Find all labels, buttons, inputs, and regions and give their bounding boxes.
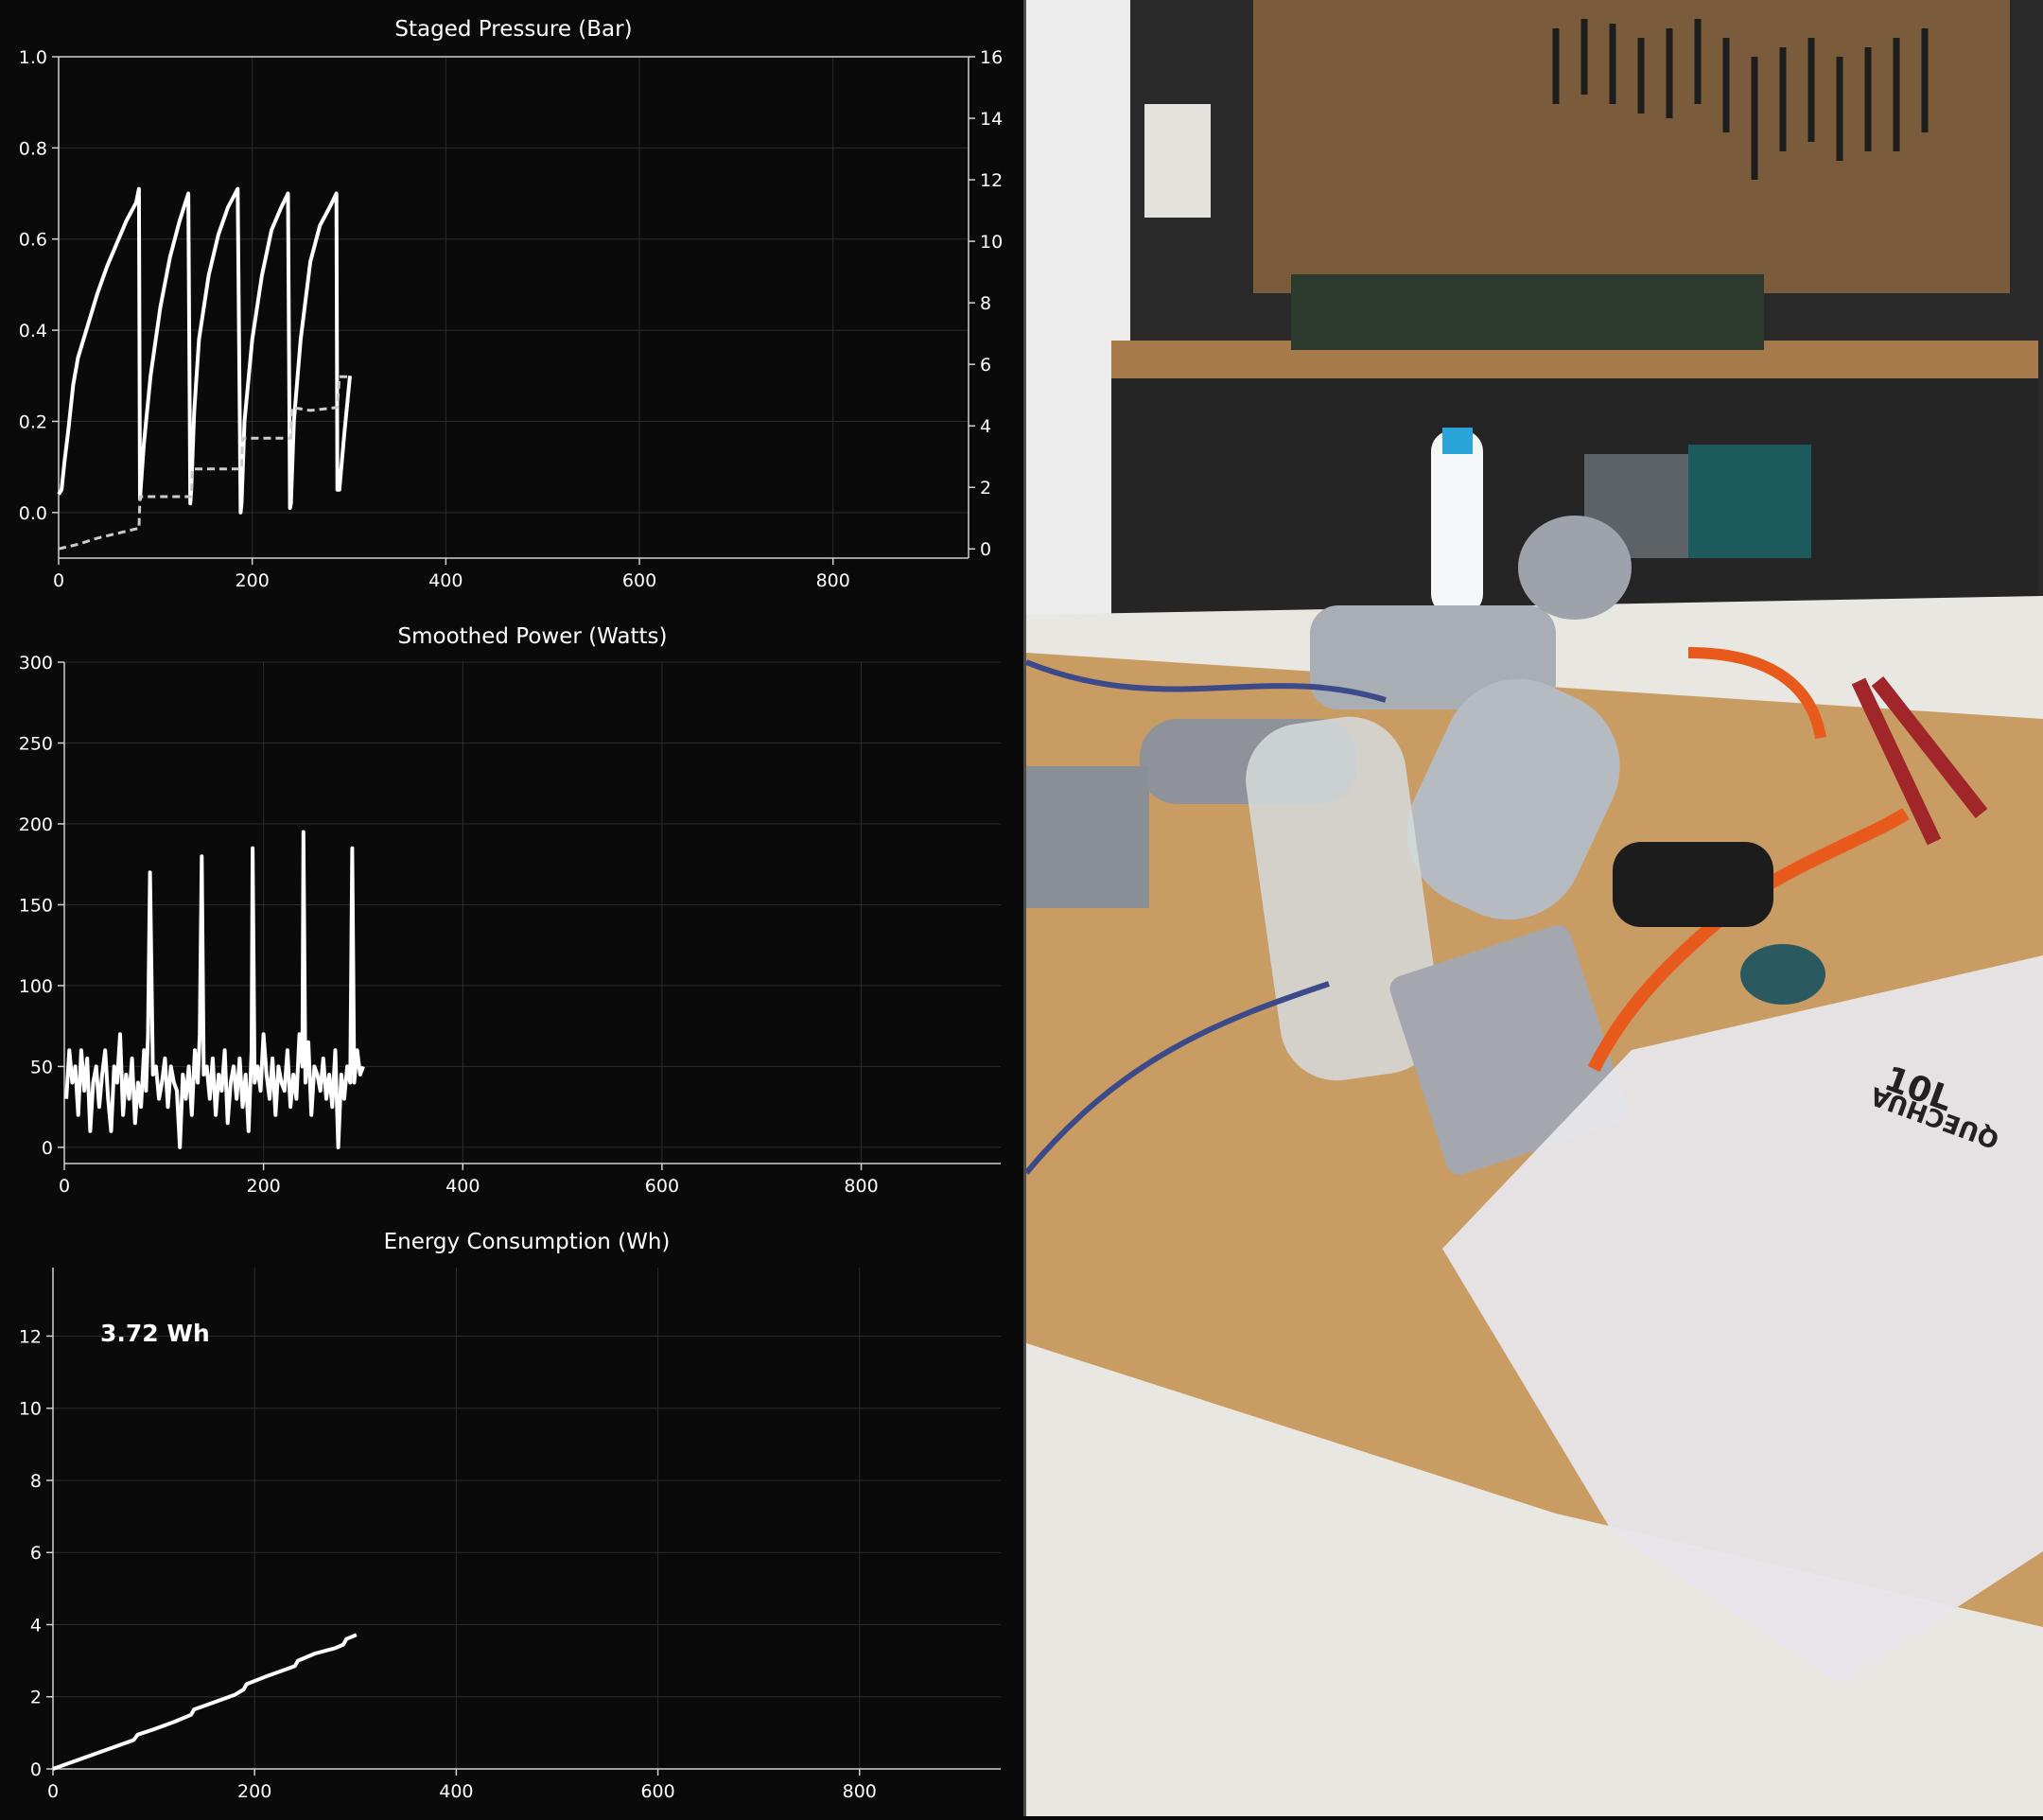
y2-tick-label: 6 xyxy=(980,355,991,376)
chart-pressure: Staged Pressure (Bar) 0 200 400 600 800 0.0 0.2… xyxy=(19,17,1003,591)
y2-tick-label: 10 xyxy=(980,232,1003,253)
y-tick-label: 200 xyxy=(19,814,53,835)
x-tick-label: 400 xyxy=(445,1176,480,1197)
x-tick-label: 200 xyxy=(247,1176,281,1197)
x-tick-label: 400 xyxy=(428,570,463,591)
chart-title: Smoothed Power (Watts) xyxy=(398,624,668,649)
y2-tick-label: 16 xyxy=(980,47,1003,68)
series-line-pressure-1 xyxy=(58,375,350,551)
series-line-energy-0 xyxy=(52,1633,358,1771)
y-tick-label: 250 xyxy=(19,733,53,754)
x-tick-label: 800 xyxy=(843,1781,877,1802)
photo-bag-cap xyxy=(1740,944,1825,1005)
y-tick-label: 10 xyxy=(19,1399,42,1420)
y-tick-label: 0.6 xyxy=(19,230,47,251)
photo-regulator xyxy=(1613,842,1773,927)
charts-svg: Staged Pressure (Bar)0 200 400 600 8000.00.2… xyxy=(19,17,1003,1802)
photo-bottle-top xyxy=(1431,430,1483,615)
photo-compressor-head xyxy=(1518,516,1632,620)
y-tick-label: 4 xyxy=(30,1615,42,1636)
x-tick-label: 0 xyxy=(59,1176,70,1197)
workshop-photo-drawing: 10L QUECHUA xyxy=(1026,0,2043,1816)
x-tick-label: 600 xyxy=(640,1781,674,1802)
y2-tick-label: 14 xyxy=(980,109,1003,130)
y-tick-label: 8 xyxy=(30,1471,42,1492)
y-tick-label: 2 xyxy=(30,1688,42,1708)
y-tick-label: 0.4 xyxy=(19,321,47,341)
x-tick-label: 800 xyxy=(844,1176,878,1197)
y2-tick-label: 12 xyxy=(980,170,1003,191)
y-tick-label: 0.2 xyxy=(19,411,47,432)
series-line-power-0 xyxy=(64,830,365,1149)
y2-tick-label: 4 xyxy=(980,416,991,437)
x-tick-label: 600 xyxy=(622,570,656,591)
y-tick-label: 100 xyxy=(19,976,53,997)
x-tick-label: 400 xyxy=(439,1781,473,1802)
energy-total-annotation: 3.72 Wh xyxy=(100,1320,210,1347)
chart-title: Energy Consumption (Wh) xyxy=(384,1230,671,1254)
y-tick-label: 6 xyxy=(30,1543,42,1564)
y-tick-label: 12 xyxy=(19,1326,42,1347)
x-tick-label: 800 xyxy=(816,570,850,591)
y-tick-label: 0 xyxy=(30,1759,42,1780)
charts-panel: Staged Pressure (Bar) 0 200 400 600 800 0.0 0.2… xyxy=(0,0,1023,1816)
y-tick-label: 150 xyxy=(19,895,53,916)
chart-title: Staged Pressure (Bar) xyxy=(394,17,632,42)
y2-tick-label: 0 xyxy=(980,539,991,560)
series-line-pressure-0 xyxy=(57,186,352,515)
x-tick-label: 600 xyxy=(645,1176,679,1197)
x-tick-label: 0 xyxy=(47,1781,59,1802)
y-tick-label: 0.0 xyxy=(19,503,47,524)
y-tick-label: 1.0 xyxy=(19,47,47,68)
y-tick-label: 0 xyxy=(42,1138,53,1159)
photo-case-teal xyxy=(1688,445,1811,558)
x-tick-label: 200 xyxy=(236,570,270,591)
y-tick-label: 0.8 xyxy=(19,138,47,159)
y2-tick-label: 8 xyxy=(980,293,991,314)
chart-energy: Energy Consumption (Wh) 0 200 400 600 800 0 2 4 6… xyxy=(19,1230,1001,1802)
x-tick-label: 0 xyxy=(53,570,64,591)
photo-electrical-box xyxy=(1144,104,1211,218)
x-tick-label: 200 xyxy=(237,1781,271,1802)
workshop-photo: 10L QUECHUA xyxy=(1023,0,2043,1816)
y2-tick-label: 2 xyxy=(980,478,991,499)
chart-power: Smoothed Power (Watts) 0 200 400 600 800 0 50 10… xyxy=(19,624,1001,1197)
photo-power-supply xyxy=(1026,766,1149,908)
photo-bottle-cap xyxy=(1442,428,1473,454)
y-tick-label: 300 xyxy=(19,653,53,674)
y-tick-label: 50 xyxy=(30,1057,53,1077)
photo-shelf-boxes xyxy=(1291,274,1764,350)
